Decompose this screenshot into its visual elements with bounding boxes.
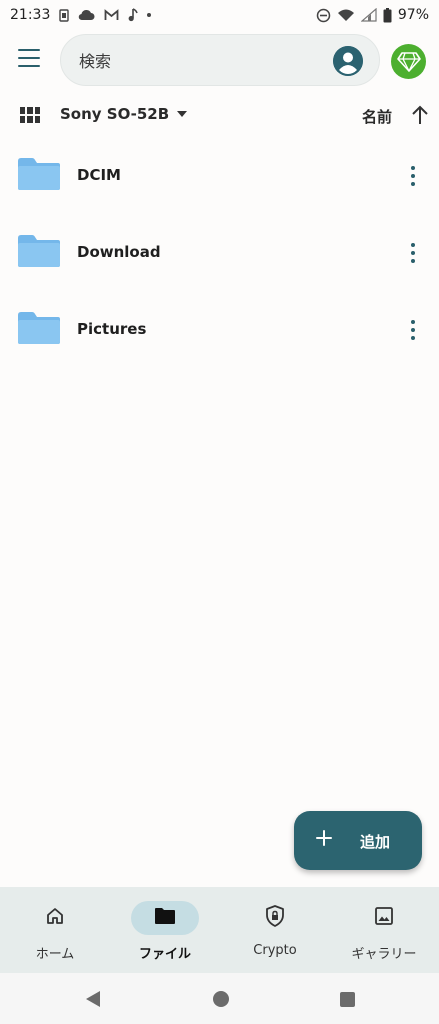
nav-item-files[interactable]: ファイル [110,887,220,973]
nav-label: ホーム [35,947,75,962]
nav-item-gallery[interactable]: ギャラリー [329,887,439,973]
status-bar: 21:33 97% [0,0,439,30]
folder-row-download[interactable]: Download [0,215,439,292]
back-triangle-icon[interactable] [86,991,100,1007]
diamond-icon[interactable] [391,44,426,79]
folder-icon [16,311,62,345]
nav-pill [131,901,199,935]
app-bar: 検索 [0,32,439,88]
recents-square-icon[interactable] [340,992,355,1007]
battery-icon [383,7,392,23]
battery-percentage: 97% [397,7,429,23]
status-time: 21:33 [10,7,51,23]
notification-dot-icon [147,13,152,17]
music-note-icon [128,8,139,22]
toolbar: Sony SO-52B 名前 [0,100,439,132]
add-button[interactable]: 追加 [294,811,422,870]
more-options-icon[interactable] [406,243,420,263]
folder-icon [16,157,62,191]
account-circle-icon[interactable] [333,46,363,76]
folder-icon [154,907,176,929]
sim-card-icon [59,8,70,22]
sort-by-button[interactable]: 名前 [362,106,392,127]
add-button-label: 追加 [360,833,391,851]
file-name: DCIM [77,166,121,184]
nav-pill [350,901,418,935]
nav-pill [241,901,309,935]
file-list: DCIM Download Pictures [0,138,439,369]
grid-view-icon[interactable] [20,107,40,123]
search-placeholder: 検索 [79,52,112,71]
system-navigation-bar [0,973,439,1024]
home-icon [45,906,65,930]
nav-label: ファイル [138,947,191,962]
file-name: Pictures [77,320,147,338]
dropdown-arrow-icon [177,111,188,117]
nav-label: ギャラリー [351,947,417,962]
image-icon [374,906,394,930]
search-bar[interactable]: 検索 [60,34,380,86]
nav-pill [21,901,89,935]
home-circle-icon[interactable] [213,991,229,1007]
shield-lock-icon [265,905,285,931]
more-options-icon[interactable] [406,320,420,340]
sort-direction-arrow-up-icon[interactable] [410,104,430,126]
storage-location-dropdown[interactable]: Sony SO-52B [60,105,188,123]
signal-icon [360,8,377,22]
folder-row-pictures[interactable]: Pictures [0,292,439,369]
menu-icon[interactable] [18,49,40,67]
nav-item-home[interactable]: ホーム [0,887,110,973]
folder-icon [16,234,62,268]
file-name: Download [77,243,161,261]
cloud-icon [78,9,95,21]
folder-row-dcim[interactable]: DCIM [0,138,439,215]
wifi-icon [337,8,355,22]
bottom-navigation: ホーム ファイル Crypto ギャラリー [0,887,439,973]
storage-location-label: Sony SO-52B [60,105,170,123]
nav-label: Crypto [253,943,297,958]
do-not-disturb-icon [316,8,331,23]
nav-item-crypto[interactable]: Crypto [220,887,330,973]
plus-icon [316,830,332,846]
more-options-icon[interactable] [406,166,420,186]
gmail-icon [104,9,119,21]
